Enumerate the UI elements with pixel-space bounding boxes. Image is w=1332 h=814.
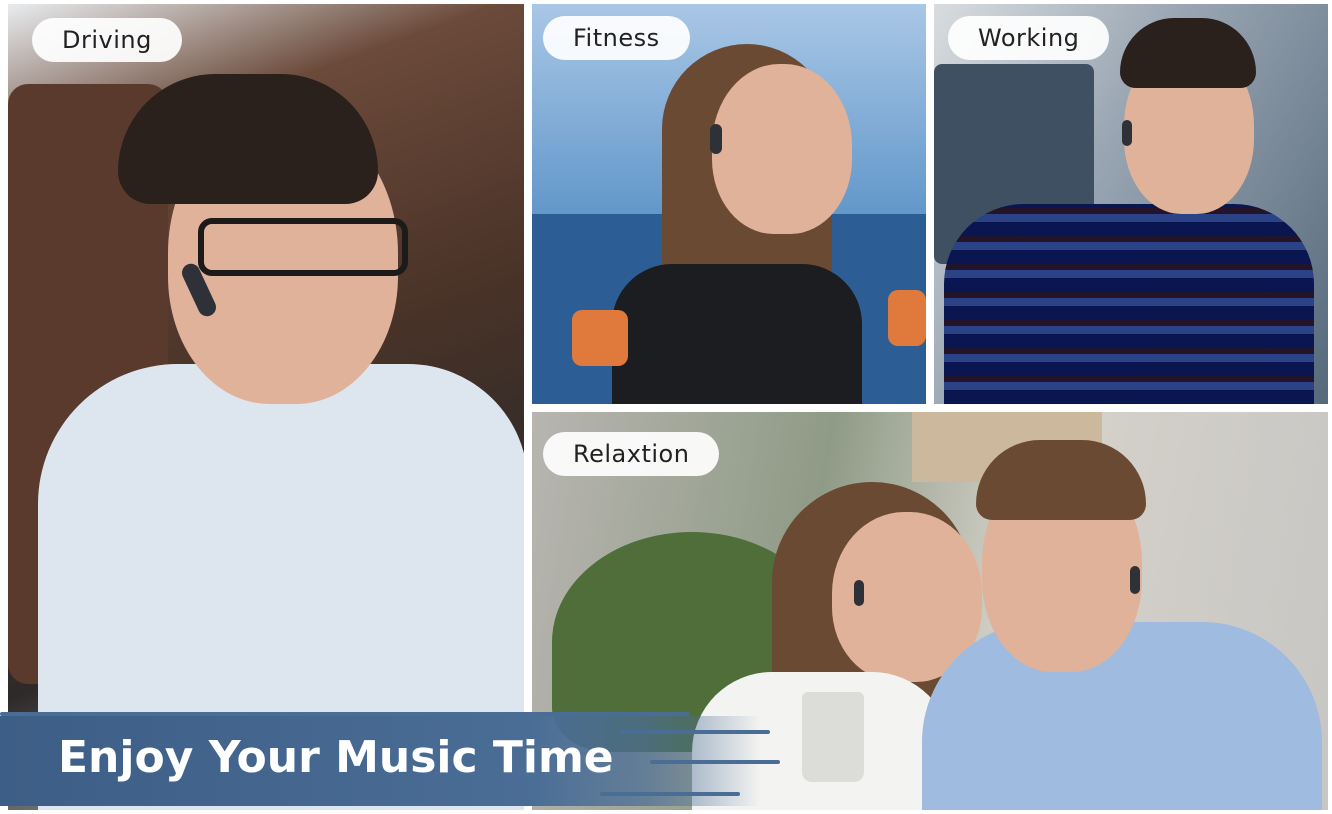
man-hair <box>976 440 1146 520</box>
label-driving: Driving <box>32 18 182 62</box>
label-working: Working <box>948 16 1110 60</box>
man-hair <box>118 74 378 204</box>
sports-top <box>612 264 862 404</box>
earbud <box>854 580 864 606</box>
banner-title: Enjoy Your Music Time <box>58 732 614 783</box>
working-photo <box>934 4 1328 404</box>
brush-stroke <box>0 712 690 716</box>
man-shirt <box>922 622 1322 810</box>
dumbbell-right <box>888 290 926 346</box>
earbud <box>710 124 722 154</box>
dumbbell-left <box>572 310 628 366</box>
earbud <box>1122 120 1132 146</box>
label-fitness: Fitness <box>543 16 690 60</box>
brush-stroke <box>600 792 740 796</box>
fitness-photo <box>532 4 926 404</box>
driving-photo <box>8 4 524 810</box>
brush-stroke <box>620 730 770 734</box>
label-relaxation: Relaxtion <box>543 432 720 476</box>
man-hair <box>1120 18 1256 88</box>
woman-face <box>712 64 852 234</box>
glasses <box>198 218 408 276</box>
plaid-shirt <box>944 204 1314 404</box>
coffee-mug <box>802 692 864 782</box>
earbud <box>1130 566 1140 594</box>
brush-stroke <box>650 760 780 764</box>
